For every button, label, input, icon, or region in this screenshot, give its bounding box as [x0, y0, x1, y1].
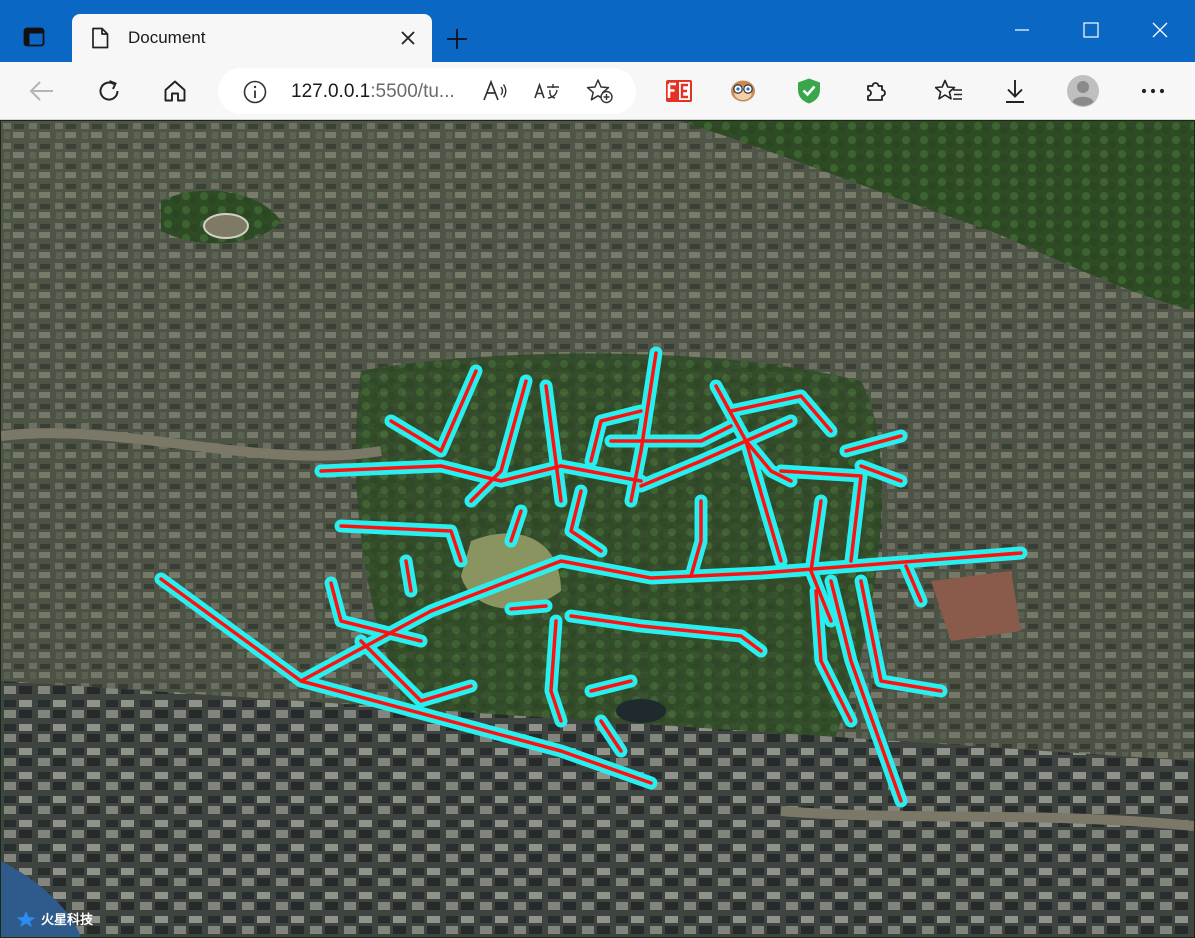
tab-title: Document — [128, 28, 206, 47]
read-aloud-button[interactable] — [480, 77, 510, 105]
minimize-button[interactable] — [999, 10, 1045, 50]
address-bar[interactable]: 127.0.0.1:5500/tu... — [218, 68, 636, 114]
profile-icon — [1067, 75, 1099, 107]
tab-actions-icon — [23, 27, 45, 47]
fe-extension-button[interactable] — [661, 73, 697, 109]
url-text[interactable]: 127.0.0.1:5500/tu... — [291, 81, 455, 103]
page-icon — [92, 27, 109, 49]
back-button[interactable] — [24, 73, 60, 109]
maximize-icon — [1083, 22, 1099, 38]
window-close-icon — [1152, 22, 1168, 38]
more-icon — [1141, 88, 1165, 94]
tab-actions-button[interactable] — [14, 20, 54, 54]
back-arrow-icon — [29, 81, 53, 101]
translate-icon — [534, 82, 559, 99]
downloads-button[interactable] — [997, 73, 1033, 109]
tab-document[interactable]: Document — [72, 14, 432, 62]
extensions-icon — [867, 82, 886, 101]
favorites-icon — [935, 79, 962, 100]
profile-button[interactable] — [1065, 73, 1101, 109]
satellite-imagery[interactable] — [1, 121, 1194, 937]
owl-extension-button[interactable] — [725, 73, 761, 109]
stadium — [203, 213, 249, 239]
home-button[interactable] — [157, 73, 193, 109]
url-path: :5500/tu... — [370, 81, 455, 102]
download-icon — [1006, 80, 1024, 103]
pond — [616, 699, 666, 723]
browser-toolbar: 127.0.0.1:5500/tu... — [0, 62, 1195, 165]
fe-extension-icon — [666, 80, 692, 102]
logo-text: 火星科技 — [41, 912, 94, 927]
tab-close-button[interactable] — [396, 26, 420, 50]
map-viewport[interactable]: 火星科技 — [1, 121, 1194, 937]
title-bar: Document — [0, 0, 1195, 62]
translate-button[interactable] — [532, 77, 562, 105]
add-favorite-icon — [586, 79, 613, 104]
mars3d-logo: 火星科技 — [15, 909, 93, 928]
info-icon[interactable] — [242, 79, 268, 105]
favorites-button[interactable] — [931, 73, 967, 109]
new-tab-button[interactable] — [440, 22, 474, 56]
home-icon — [164, 80, 186, 102]
add-favorite-button[interactable] — [585, 77, 615, 105]
read-aloud-icon — [483, 79, 507, 101]
close-icon — [401, 31, 415, 45]
shield-extension-icon — [798, 78, 820, 104]
url-host: 127.0.0.1 — [291, 81, 371, 102]
owl-extension-icon — [731, 80, 755, 102]
logo-star-icon — [16, 910, 36, 927]
extensions-button[interactable] — [858, 73, 894, 109]
maximize-button[interactable] — [1068, 10, 1114, 50]
plus-icon — [447, 29, 467, 49]
shield-extension-button[interactable] — [791, 73, 827, 109]
window-close-button[interactable] — [1137, 10, 1183, 50]
refresh-button[interactable] — [91, 73, 127, 109]
more-button[interactable] — [1135, 73, 1171, 109]
refresh-icon — [99, 80, 119, 101]
minimize-icon — [1015, 29, 1029, 31]
